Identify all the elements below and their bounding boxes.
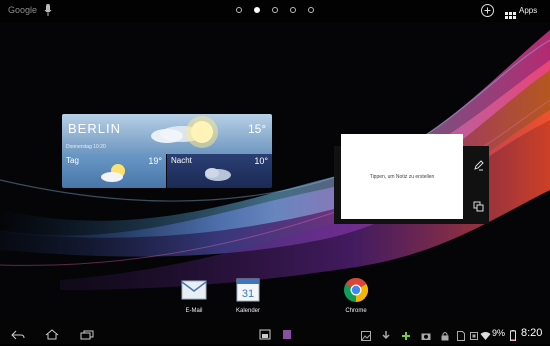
- back-icon[interactable]: [11, 327, 25, 345]
- apps-grid-icon[interactable]: [505, 7, 516, 25]
- weather-city: BERLIN: [68, 121, 121, 136]
- plus-icon: [401, 328, 411, 346]
- night-cloud-icon: [205, 168, 231, 181]
- recents-icon[interactable]: [80, 327, 94, 345]
- email-label[interactable]: E-Mail: [164, 308, 224, 314]
- add-circle-icon[interactable]: [481, 4, 494, 17]
- night-temp: 10°: [254, 156, 268, 166]
- copy-icon[interactable]: [473, 199, 484, 217]
- note-placeholder: Tippen, um Notiz zu erstellen: [369, 174, 435, 180]
- weather-night-forecast: Nacht 10°: [167, 154, 272, 188]
- weather-current-temp: 15°: [248, 122, 267, 136]
- google-search-label[interactable]: Google: [8, 5, 37, 15]
- lock-icon: [440, 328, 450, 346]
- screenshot-icon[interactable]: [259, 327, 271, 345]
- calendar-badge: 31: [242, 288, 254, 300]
- page-indicator: [236, 7, 316, 15]
- day-label: Tag: [66, 156, 79, 165]
- sim-icon: [457, 328, 465, 346]
- weather-date: Donnerstag 10:20: [66, 144, 106, 150]
- image-icon: [361, 328, 371, 346]
- sync-icon: [469, 328, 479, 346]
- battery-icon: [510, 328, 516, 346]
- calendar-label[interactable]: Kalender: [218, 308, 278, 314]
- small-app-icon[interactable]: [282, 327, 292, 345]
- partly-sunny-icon: [101, 164, 125, 182]
- day-temp: 19°: [148, 156, 162, 166]
- page-dot[interactable]: [272, 7, 278, 13]
- camera-icon: [421, 328, 431, 346]
- chrome-icon[interactable]: [343, 277, 369, 308]
- calendar-icon[interactable]: 31: [236, 276, 260, 307]
- system-bar: 9% 8:20: [0, 322, 550, 344]
- home-icon[interactable]: [45, 327, 59, 345]
- page-dot-current[interactable]: [254, 7, 260, 13]
- night-label: Nacht: [171, 156, 192, 165]
- apps-button-label[interactable]: Apps: [519, 6, 537, 15]
- email-icon[interactable]: [181, 279, 207, 306]
- page-dot[interactable]: [290, 7, 296, 13]
- page-dot[interactable]: [236, 7, 242, 13]
- wifi-icon: [480, 328, 491, 346]
- note-widget[interactable]: Tippen, um Notiz zu erstellen: [341, 134, 463, 219]
- pencil-icon[interactable]: [473, 158, 484, 176]
- mic-icon[interactable]: [44, 3, 52, 22]
- weather-day-forecast: Tag 19°: [62, 154, 166, 188]
- battery-percent: 9%: [492, 328, 506, 338]
- chrome-label[interactable]: Chrome: [326, 308, 386, 314]
- weather-widget[interactable]: BERLIN Donnerstag 10:20 15° Tag 19° Nach…: [62, 114, 272, 188]
- page-dot[interactable]: [308, 7, 314, 13]
- weather-current: BERLIN Donnerstag 10:20 15°: [62, 114, 272, 154]
- download-icon: [381, 328, 391, 346]
- clock: 8:20: [521, 327, 543, 339]
- top-bar: Google Apps: [0, 0, 550, 22]
